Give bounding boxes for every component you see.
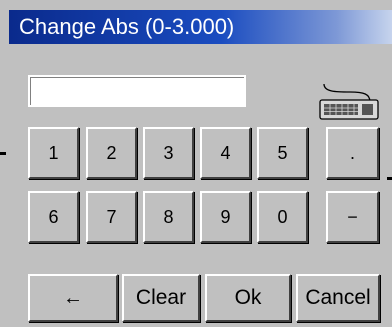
key-8[interactable]: 8: [143, 191, 194, 243]
backspace-button[interactable]: ←: [28, 274, 118, 322]
key-label: 1: [48, 142, 59, 163]
cancel-button[interactable]: Cancel: [296, 274, 380, 322]
clear-label: Clear: [135, 286, 187, 309]
key-0[interactable]: 0: [257, 191, 308, 243]
key-1[interactable]: 1: [28, 127, 79, 179]
key-label: 8: [163, 206, 174, 227]
key-3[interactable]: 3: [143, 127, 194, 179]
left-edge-marker: [0, 152, 6, 155]
key-label: 7: [106, 206, 117, 227]
key-minus[interactable]: −: [326, 191, 379, 243]
key-5[interactable]: 5: [257, 127, 308, 179]
key-6[interactable]: 6: [28, 191, 79, 243]
key-9[interactable]: 9: [200, 191, 251, 243]
value-input[interactable]: [28, 75, 246, 107]
key-label: 6: [48, 206, 59, 227]
key-label: 9: [220, 206, 231, 227]
key-label: .: [349, 142, 355, 163]
key-label: 2: [106, 142, 117, 163]
cancel-label: Cancel: [305, 286, 371, 309]
ok-label: Ok: [234, 286, 262, 309]
key-label: −: [347, 206, 358, 227]
key-label: 0: [277, 206, 288, 227]
dialog-title: Change Abs (0-3.000): [19, 14, 235, 39]
key-decimal[interactable]: .: [326, 127, 379, 179]
key-label: 4: [220, 142, 231, 163]
key-2[interactable]: 2: [86, 127, 137, 179]
clear-button[interactable]: Clear: [122, 274, 200, 322]
right-edge-marker: [387, 177, 392, 180]
key-label: 5: [277, 142, 288, 163]
left-arrow-icon: ←: [63, 286, 83, 309]
key-4[interactable]: 4: [200, 127, 251, 179]
key-7[interactable]: 7: [86, 191, 137, 243]
key-label: 3: [163, 142, 174, 163]
dialog-title-bar: Change Abs (0-3.000): [9, 10, 392, 44]
ok-button[interactable]: Ok: [205, 274, 291, 322]
keyboard-icon[interactable]: [316, 82, 380, 120]
